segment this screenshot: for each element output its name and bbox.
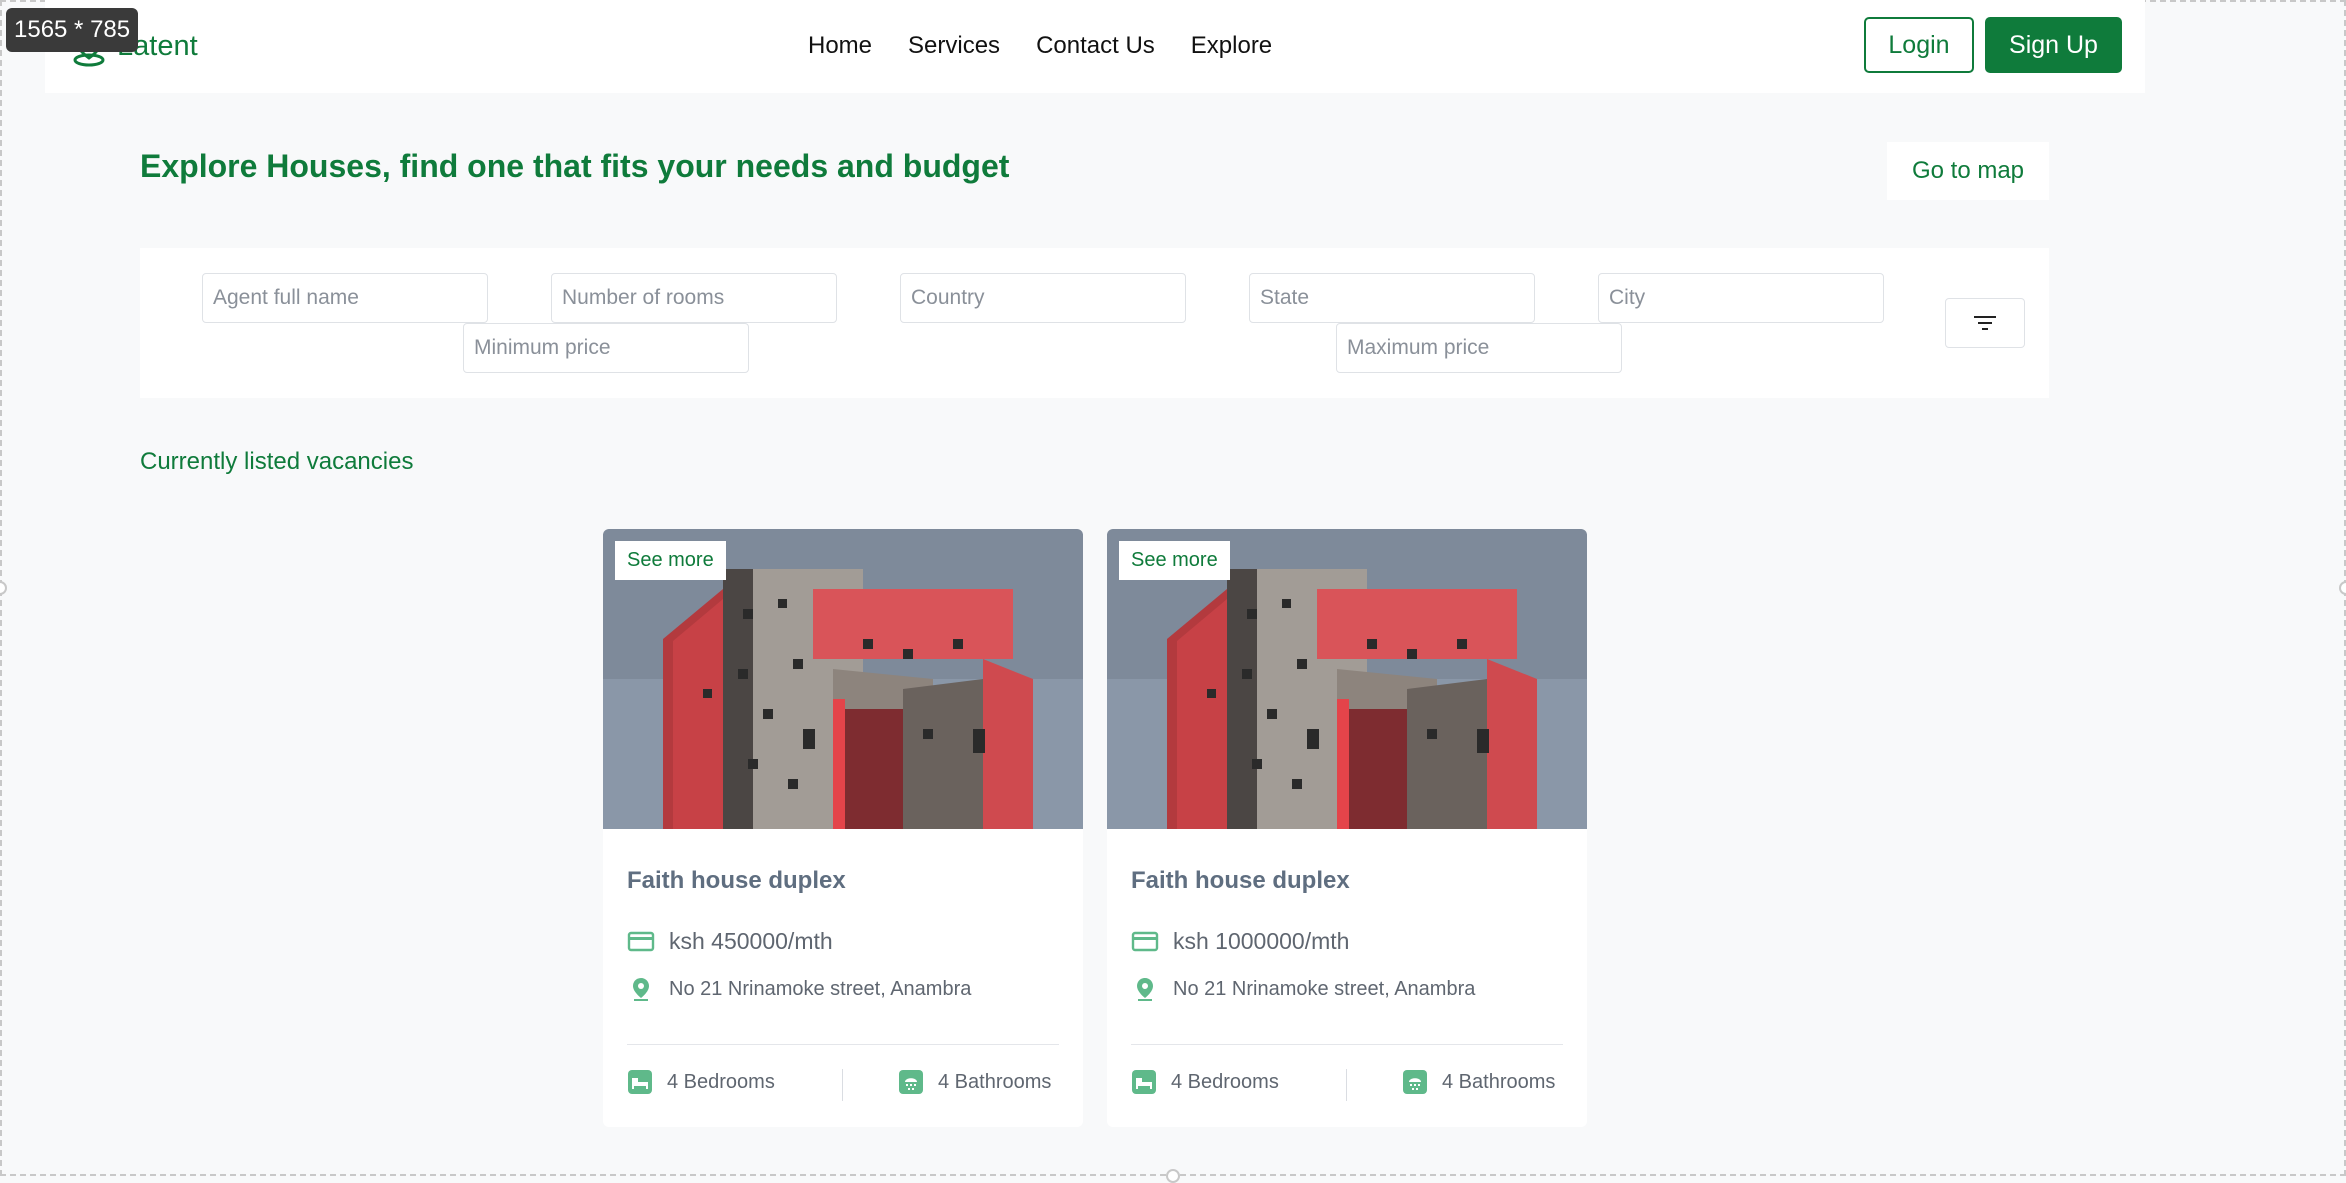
signup-button[interactable]: Sign Up <box>1985 17 2122 73</box>
credit-card-icon <box>1131 931 1159 952</box>
nav-explore[interactable]: Explore <box>1191 28 1272 64</box>
nav-services[interactable]: Services <box>908 28 1000 64</box>
shower-icon <box>1403 1070 1427 1094</box>
listing-price-row: ksh 450000/mth <box>627 927 833 955</box>
bedrooms-count: 4 Bedrooms <box>667 1070 775 1093</box>
bathrooms-info: 4 Bathrooms <box>1402 1069 1555 1095</box>
bedrooms-info: 4 Bedrooms <box>1131 1069 1279 1095</box>
card-divider <box>627 1044 1059 1045</box>
map-pin-icon <box>633 978 649 1001</box>
resize-handle-bottom[interactable] <box>1166 1169 1180 1183</box>
bed-icon <box>628 1070 652 1094</box>
listing-price-row: ksh 1000000/mth <box>1131 927 1349 955</box>
country-input[interactable] <box>900 273 1186 323</box>
bedrooms-info: 4 Bedrooms <box>627 1069 775 1095</box>
see-more-button[interactable]: See more <box>1119 541 1230 580</box>
nav-contact-us[interactable]: Contact Us <box>1036 28 1155 64</box>
credit-card-icon <box>627 931 655 952</box>
listing-card[interactable]: See more Faith house duplex ksh 450000/m… <box>603 529 1083 1127</box>
bathrooms-count: 4 Bathrooms <box>1442 1070 1556 1093</box>
listing-address: No 21 Nrinamoke street, Anambra <box>1173 977 1476 1000</box>
listing-address: No 21 Nrinamoke street, Anambra <box>669 977 972 1000</box>
go-to-map-button[interactable]: Go to map <box>1887 142 2049 200</box>
listing-address-row: No 21 Nrinamoke street, Anambra <box>1131 975 1475 1003</box>
filter-panel <box>140 248 2049 398</box>
navbar: Latent Home Services Contact Us Explore … <box>45 0 2145 93</box>
min-price-input[interactable] <box>463 323 749 373</box>
login-button[interactable]: Login <box>1864 17 1974 73</box>
feature-separator <box>1346 1069 1347 1101</box>
city-input[interactable] <box>1598 273 1884 323</box>
canvas-size-badge: 1565 * 785 <box>6 8 139 52</box>
bed-icon <box>1132 1070 1156 1094</box>
listing-card[interactable]: See more Faith house duplex ksh 1000000/… <box>1107 529 1587 1127</box>
rooms-input[interactable] <box>551 273 837 323</box>
listing-title: Faith house duplex <box>1131 867 1350 894</box>
card-divider <box>1131 1044 1563 1045</box>
listing-address-row: No 21 Nrinamoke street, Anambra <box>627 975 971 1003</box>
main-nav: Home Services Contact Us Explore <box>808 28 1272 64</box>
listing-title: Faith house duplex <box>627 867 846 894</box>
max-price-input[interactable] <box>1336 323 1622 373</box>
bedrooms-count: 4 Bedrooms <box>1171 1070 1279 1093</box>
shower-icon <box>899 1070 923 1094</box>
listings-heading: Currently listed vacancies <box>140 448 414 475</box>
feature-separator <box>842 1069 843 1101</box>
bathrooms-info: 4 Bathrooms <box>898 1069 1051 1095</box>
nav-home[interactable]: Home <box>808 28 872 64</box>
filter-button[interactable] <box>1945 298 2025 348</box>
agent-name-input[interactable] <box>202 273 488 323</box>
listing-price: ksh 1000000/mth <box>1173 927 1350 954</box>
bathrooms-count: 4 Bathrooms <box>938 1070 1052 1093</box>
listing-price: ksh 450000/mth <box>669 927 833 954</box>
filter-lines-icon <box>1974 316 1996 330</box>
map-pin-icon <box>1137 978 1153 1001</box>
resize-handle-right[interactable] <box>2339 581 2346 595</box>
page-title: Explore Houses, find one that fits your … <box>140 148 1010 184</box>
see-more-button[interactable]: See more <box>615 541 726 580</box>
state-input[interactable] <box>1249 273 1535 323</box>
